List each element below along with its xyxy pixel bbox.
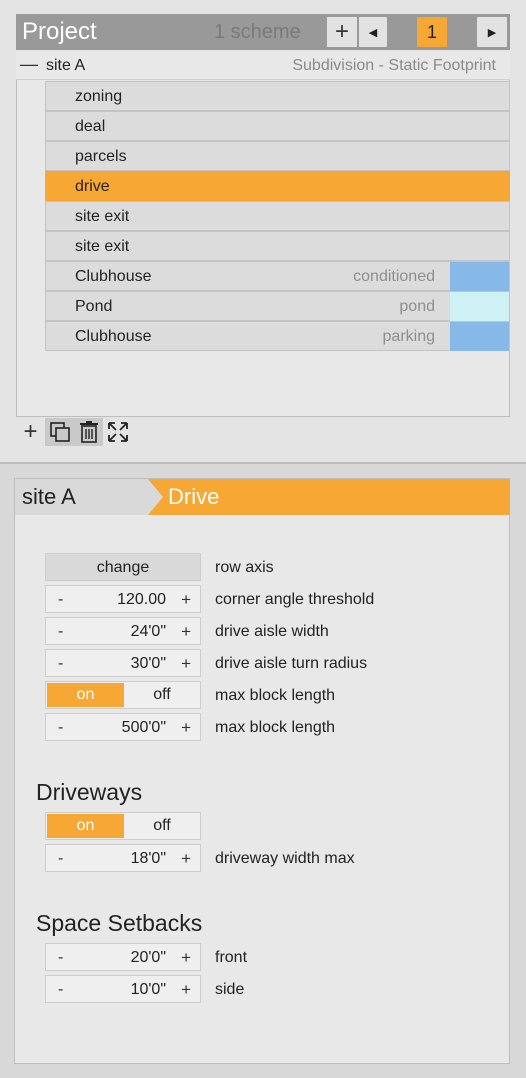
aisle-width-stepper: - 24'0" + <box>45 617 201 645</box>
side-setback-value[interactable]: 10'0" <box>131 981 166 999</box>
scheme-count: 1 scheme <box>214 21 301 43</box>
corner-angle-stepper: - 120.00 + <box>45 585 201 613</box>
breadcrumb-current: Drive <box>168 484 220 509</box>
increment-button[interactable]: + <box>181 718 191 738</box>
site-name: site A <box>46 57 86 74</box>
collapse-icon[interactable]: — <box>20 54 38 75</box>
list-item-zoning[interactable]: zoning <box>45 81 510 111</box>
driveway-width-value[interactable]: 18'0" <box>131 850 166 868</box>
front-setback-label: front <box>215 949 248 966</box>
decrement-button[interactable]: - <box>58 981 63 999</box>
color-swatch[interactable] <box>450 262 509 291</box>
side-setback-label: side <box>215 981 245 998</box>
turn-radius-stepper: - 30'0" + <box>45 649 201 677</box>
item-use-label: conditioned <box>353 268 435 285</box>
item-label: drive <box>75 178 110 195</box>
front-setback-stepper: - 20'0" + <box>45 943 201 971</box>
setbacks-heading: Space Setbacks <box>36 910 203 936</box>
toggle-off[interactable]: off <box>124 814 200 838</box>
increment-button[interactable]: + <box>181 622 191 642</box>
item-use-label: parking <box>382 328 435 345</box>
color-swatch[interactable] <box>450 322 509 351</box>
list-item-pond[interactable]: Pond pond <box>45 291 510 321</box>
item-label: parcels <box>75 148 127 165</box>
decrement-button[interactable]: - <box>58 949 63 967</box>
breadcrumb-site[interactable]: site A <box>15 479 165 515</box>
list-item-parcels[interactable]: parcels <box>45 141 510 171</box>
block-length-value[interactable]: 500'0" <box>122 719 166 737</box>
driveways-toggle: on off <box>45 812 201 840</box>
project-title: Project <box>22 18 97 45</box>
increment-button[interactable]: + <box>181 590 191 610</box>
decrement-button[interactable]: - <box>58 591 63 609</box>
increment-button[interactable]: + <box>181 980 191 1000</box>
item-label: site exit <box>75 208 130 225</box>
decrement-button[interactable]: - <box>58 719 63 737</box>
fullscreen-icon[interactable] <box>103 418 132 446</box>
decrement-button[interactable]: - <box>58 623 63 641</box>
item-label: site exit <box>75 238 130 255</box>
list-item-deal[interactable]: deal <box>45 111 510 141</box>
drive-panel: site A Drive change row axis - 120.00 + … <box>0 464 526 1078</box>
corner-angle-label: corner angle threshold <box>215 591 375 608</box>
turn-radius-label: drive aisle turn radius <box>215 655 368 672</box>
prev-scheme-button[interactable]: ◀ <box>359 17 387 47</box>
row-axis-label: row axis <box>215 559 274 576</box>
list-item-site-exit[interactable]: site exit <box>45 231 510 261</box>
duplicate-icon[interactable] <box>45 418 74 446</box>
add-scheme-button[interactable]: + <box>327 17 357 47</box>
item-label: zoning <box>75 88 123 105</box>
add-item-button[interactable]: + <box>16 418 45 446</box>
trash-icon[interactable] <box>74 418 103 446</box>
list-item-clubhouse[interactable]: Clubhouse parking <box>45 321 510 351</box>
front-setback-value[interactable]: 20'0" <box>131 949 166 967</box>
color-swatch[interactable] <box>450 292 509 321</box>
aisle-width-value[interactable]: 24'0" <box>131 623 166 641</box>
item-label: Clubhouse <box>75 328 152 345</box>
toggle-on[interactable]: on <box>47 683 124 707</box>
item-label: Clubhouse <box>75 268 152 285</box>
block-length-stepper: - 500'0" + <box>45 713 201 741</box>
aisle-width-label: drive aisle width <box>215 623 329 640</box>
scheme-number[interactable]: 1 <box>417 17 447 47</box>
max-block-toggle-label: max block length <box>215 687 336 704</box>
site-type: Subdivision - Static Footprint <box>292 57 496 74</box>
toggle-off[interactable]: off <box>124 683 200 707</box>
change-row-axis-button[interactable]: change <box>45 553 201 581</box>
item-use-label: pond <box>399 298 435 315</box>
list-item-site-exit[interactable]: site exit <box>45 201 510 231</box>
list-item-clubhouse[interactable]: Clubhouse conditioned <box>45 261 510 291</box>
site-row[interactable]: — site A Subdivision - Static Footprint <box>16 52 510 80</box>
item-label: Pond <box>75 298 113 315</box>
item-label: deal <box>75 118 106 135</box>
turn-radius-value[interactable]: 30'0" <box>131 655 166 673</box>
project-panel: Project 1 scheme + ◀ 1 ▶ — site A Subdiv… <box>0 0 526 462</box>
increment-button[interactable]: + <box>181 948 191 968</box>
increment-button[interactable]: + <box>181 654 191 674</box>
next-scheme-button[interactable]: ▶ <box>477 17 507 47</box>
corner-angle-value[interactable]: 120.00 <box>117 591 166 609</box>
toggle-on[interactable]: on <box>47 814 124 838</box>
project-header: Project 1 scheme + ◀ 1 ▶ <box>16 14 510 50</box>
list-item-drive[interactable]: drive <box>45 171 510 201</box>
max-block-toggle: on off <box>45 681 201 709</box>
increment-button[interactable]: + <box>181 849 191 869</box>
driveway-width-label: driveway width max <box>215 850 355 867</box>
driveways-heading: Driveways <box>36 779 143 805</box>
decrement-button[interactable]: - <box>58 850 63 868</box>
driveway-width-stepper: - 18'0" + <box>45 844 201 872</box>
decrement-button[interactable]: - <box>58 655 63 673</box>
item-toolbar: + <box>16 418 132 446</box>
side-setback-stepper: - 10'0" + <box>45 975 201 1003</box>
block-length-label: max block length <box>215 719 336 736</box>
